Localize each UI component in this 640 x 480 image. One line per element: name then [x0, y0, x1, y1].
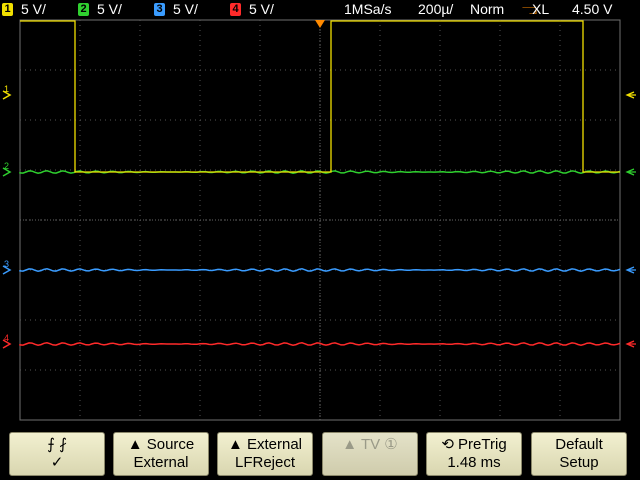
channel-1-scale-text: 5 V/ [21, 1, 46, 17]
channel-2-right-marker [625, 168, 636, 176]
softkey-pretrig-value: 1.48 ms [447, 454, 501, 471]
channel-4-marker-label: 4 [4, 333, 9, 343]
sample-rate: 1MSa/s [344, 1, 392, 17]
trigger-level: 4.50 V [572, 1, 613, 17]
softkey-external[interactable]: ▲ External LFReject [217, 432, 313, 476]
channel-1-scale: 1 5 V/ [2, 1, 46, 17]
softkey-slope[interactable]: ⨍ ⨏ ✓ [9, 432, 105, 476]
softkey-pretrig-label: ⟲ PreTrig [441, 436, 507, 453]
softkey-default-setup[interactable]: Default Setup [531, 432, 627, 476]
graticule [19, 19, 621, 421]
channel-4-scale: 4 5 V/ [230, 1, 274, 17]
channel-3-scale-text: 5 V/ [173, 1, 198, 17]
acquisition-mode: Norm [470, 1, 505, 17]
softkey-setup-label: Setup [559, 454, 599, 471]
trigger-position-icon [315, 20, 325, 28]
channel-2-scale: 2 5 V/ [78, 1, 122, 17]
softkey-external-value: LFReject [234, 454, 296, 471]
channel-4-badge: 4 [230, 2, 241, 16]
softkey-external-label: ▲ External [227, 436, 303, 453]
waveform-display: 1 2 3 4 [2, 19, 636, 421]
channel-markers: 1 2 3 4 [2, 20, 636, 349]
softkey-source-label: ▲ Source [127, 436, 195, 453]
channel-2-badge: 2 [78, 2, 89, 16]
channel-3-marker-label: 3 [4, 259, 9, 269]
channel-1-marker-label: 1 [4, 84, 9, 94]
status-bar: 1 5 V/ 2 5 V/ 3 5 V/ 4 5 V/ 1MSa/s 200µ/… [0, 0, 640, 18]
softkey-bar: ⨍ ⨏ ✓ ▲ Source External ▲ External LFRej… [0, 426, 640, 480]
channel-2-marker-label: 2 [4, 161, 9, 171]
channel-1-badge: 1 [2, 2, 13, 16]
softkey-pretrig[interactable]: ⟲ PreTrig 1.48 ms [426, 432, 522, 476]
channel-4-right-marker [625, 340, 636, 348]
softkey-tv-label: ▲ TV ① [342, 436, 398, 453]
timebase: 200µ/ [418, 1, 454, 17]
channel-3-scale: 3 5 V/ [154, 1, 198, 17]
softkey-tv[interactable]: ▲ TV ① [322, 432, 418, 476]
softkey-default-label: Default [555, 436, 603, 453]
trigger-source: XL [532, 1, 550, 17]
softkey-source[interactable]: ▲ Source External [113, 432, 209, 476]
check-icon: ✓ [50, 454, 64, 471]
softkey-source-value: External [133, 454, 189, 471]
channel-3-badge: 3 [154, 2, 165, 16]
channel-4-scale-text: 5 V/ [249, 1, 274, 17]
softkey-slope-label: ⨍ ⨏ [47, 436, 67, 453]
channel-3-right-marker [625, 266, 636, 274]
channel-2-scale-text: 5 V/ [97, 1, 122, 17]
channel-1-right-marker [625, 91, 636, 99]
